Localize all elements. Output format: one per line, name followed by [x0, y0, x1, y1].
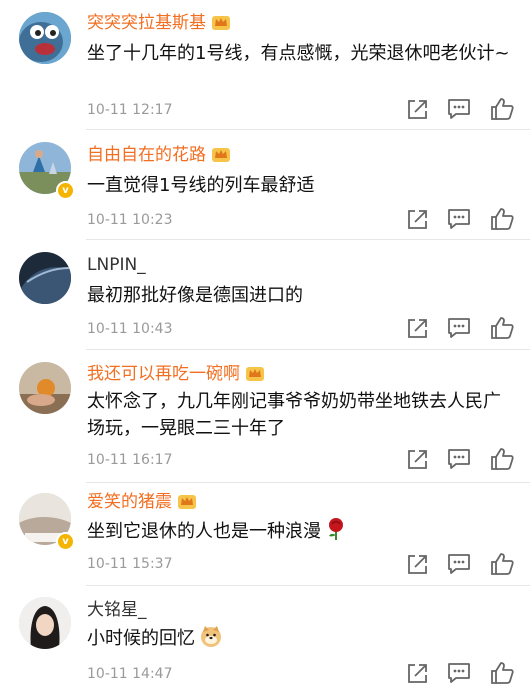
rose-emoji [329, 518, 343, 540]
like-icon[interactable] [489, 316, 515, 340]
avatar[interactable] [19, 362, 71, 414]
reply-icon[interactable] [446, 97, 472, 121]
doge-emoji [201, 626, 221, 647]
like-icon[interactable] [489, 661, 515, 685]
comment-text: 一直觉得1号线的列车最舒适 [87, 175, 315, 196]
verified-badge-icon: v [56, 181, 75, 200]
comment-time: 10-11 12:17 [87, 102, 173, 118]
comment-item: 我还可以再吃一碗啊 太怀念了，九几年刚记事爷爷奶奶带坐地铁去人民广场玩，一晃眼二… [0, 350, 530, 483]
share-icon[interactable] [405, 316, 431, 340]
reply-icon[interactable] [446, 316, 472, 340]
comment-time: 10-11 16:17 [87, 452, 173, 468]
vip-crown-icon [212, 148, 230, 162]
share-icon[interactable] [405, 661, 431, 685]
username[interactable]: 大铭星_ [87, 599, 147, 621]
avatar[interactable] [19, 252, 71, 304]
like-icon[interactable] [489, 447, 515, 471]
comment-item: 突突突拉基斯基 坐了十几年的1号线，有点感慨，光荣退休吧老伙计~ 10-11 1… [0, 0, 530, 130]
comment-text: 小时候的回忆 [87, 624, 515, 652]
verified-badge-icon: v [56, 532, 75, 551]
reply-icon[interactable] [446, 207, 472, 231]
share-icon[interactable] [405, 447, 431, 471]
comment-text: 太怀念了，九几年刚记事爷爷奶奶带坐地铁去人民广场玩，一晃眼二三十年了 [87, 391, 501, 439]
share-icon[interactable] [405, 207, 431, 231]
comment-text: 坐到它退休的人也是一种浪漫 [87, 517, 515, 545]
reply-icon[interactable] [446, 447, 472, 471]
username[interactable]: 爱笑的猪震 [87, 491, 197, 513]
comment-time: 10-11 14:47 [87, 666, 173, 682]
vip-crown-icon [212, 16, 230, 30]
comment-text: 坐了十几年的1号线，有点感慨，光荣退休吧老伙计~ [87, 43, 510, 64]
reply-icon[interactable] [446, 661, 472, 685]
comment-item: v 爱笑的猪震 坐到它退休的人也是一种浪漫 10-11 15:37 [0, 483, 530, 591]
comment-time: 10-11 10:43 [87, 321, 173, 337]
reply-icon[interactable] [446, 552, 472, 576]
like-icon[interactable] [489, 552, 515, 576]
comment-time: 10-11 10:23 [87, 212, 173, 228]
avatar[interactable] [19, 597, 71, 649]
username[interactable]: 突突突拉基斯基 [87, 12, 231, 34]
avatar[interactable] [19, 12, 71, 64]
comment-text: 最初那批好像是德国进口的 [87, 285, 303, 306]
vip-crown-icon [178, 495, 196, 509]
username[interactable]: 我还可以再吃一碗啊 [87, 363, 265, 385]
share-icon[interactable] [405, 552, 431, 576]
like-icon[interactable] [489, 97, 515, 121]
comment-time: 10-11 15:37 [87, 556, 173, 572]
comment-item: v 自由自在的花路 一直觉得1号线的列车最舒适 10-11 10:23 [0, 130, 530, 240]
username[interactable]: LNPIN_ [87, 254, 146, 276]
vip-crown-icon [246, 367, 264, 381]
comment-item: 大铭星_ 小时候的回忆 10-11 14:47 [0, 586, 530, 696]
comment-item: LNPIN_ 最初那批好像是德国进口的 10-11 10:43 [0, 240, 530, 350]
username[interactable]: 自由自在的花路 [87, 144, 231, 166]
like-icon[interactable] [489, 207, 515, 231]
share-icon[interactable] [405, 97, 431, 121]
